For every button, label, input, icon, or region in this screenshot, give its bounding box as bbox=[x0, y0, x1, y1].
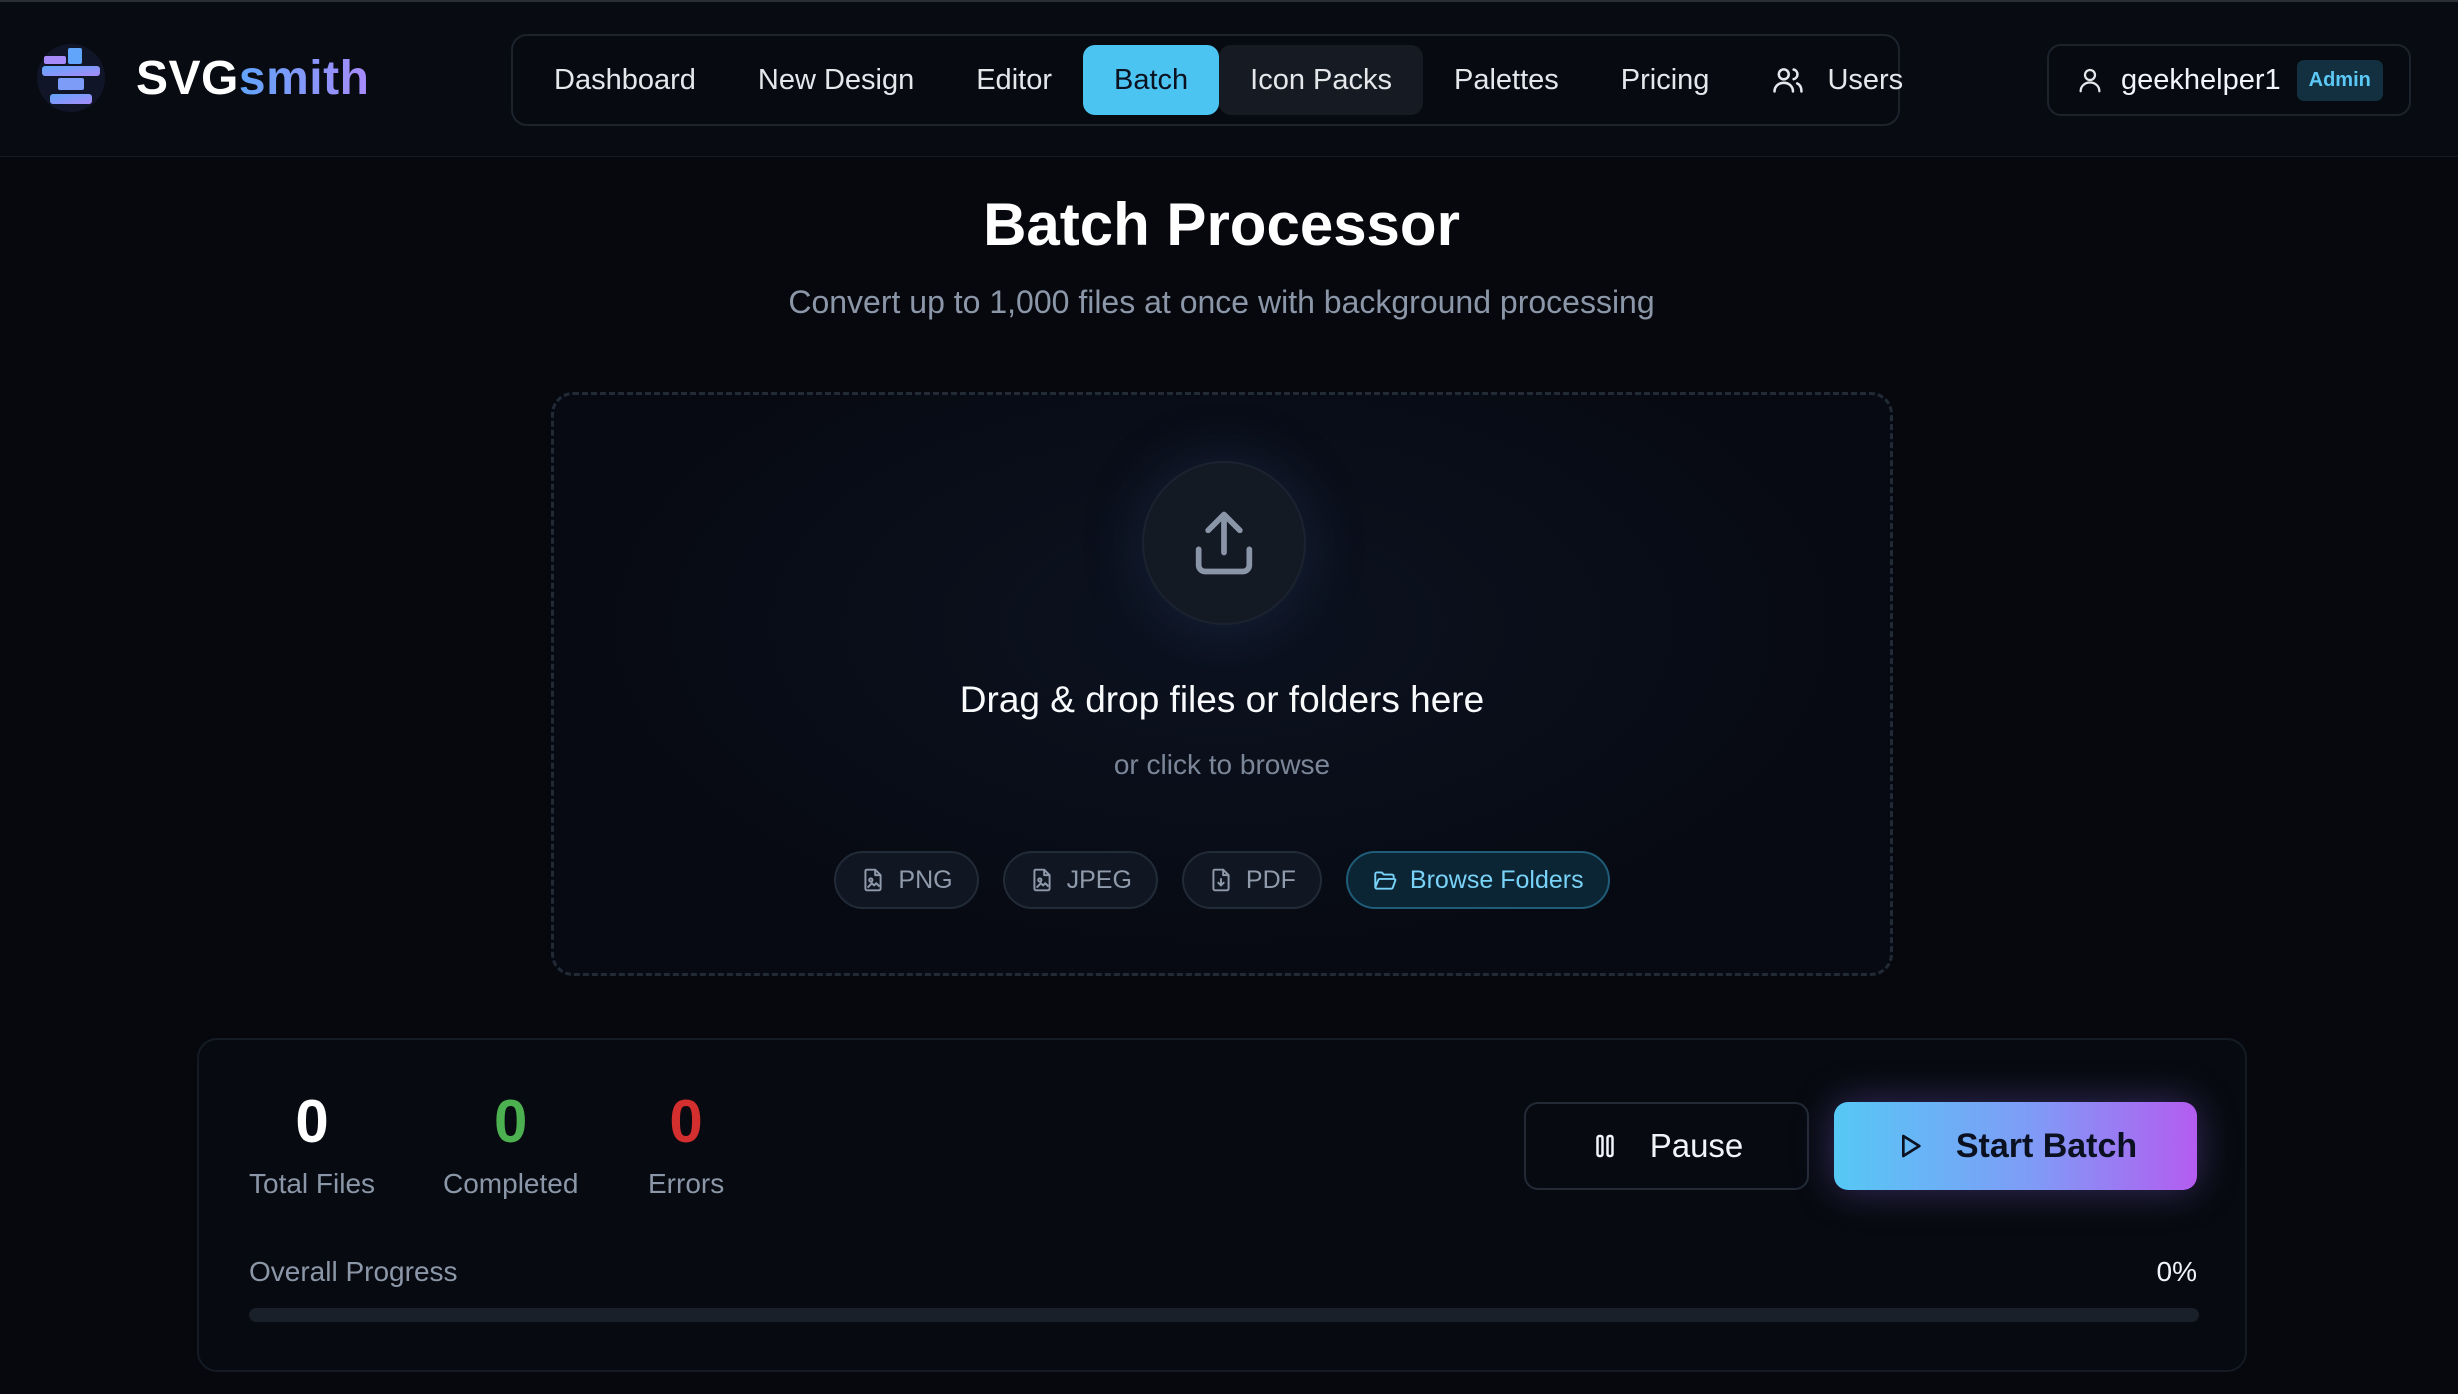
progress-percent: 0% bbox=[2156, 1256, 2197, 1287]
role-badge: Admin bbox=[2296, 59, 2383, 101]
user-icon bbox=[2079, 68, 2101, 93]
stat-errors-label: Errors bbox=[648, 1168, 725, 1199]
nav-icon-packs[interactable]: Icon Packs bbox=[1219, 45, 1423, 115]
dropzone-title: Drag & drop files or folders here bbox=[959, 679, 1485, 720]
dropzone-subtitle: or click to browse bbox=[1113, 749, 1331, 780]
browse-folders-label: Browse Folders bbox=[1409, 865, 1584, 894]
nav-users[interactable]: Users bbox=[1740, 45, 1934, 115]
file-image-icon bbox=[864, 868, 882, 892]
brand-logo[interactable]: SVGsmith bbox=[36, 42, 369, 114]
format-label: PDF bbox=[1245, 865, 1296, 894]
anvil-icon bbox=[37, 44, 105, 112]
username: geekhelper1 bbox=[2121, 63, 2281, 96]
stat-completed: 0 Completed bbox=[443, 1092, 578, 1200]
file-dropzone[interactable]: Drag & drop files or folders here or cli… bbox=[551, 392, 1893, 976]
stat-completed-label: Completed bbox=[443, 1168, 579, 1199]
file-text-icon bbox=[1212, 868, 1230, 892]
user-menu[interactable]: geekhelper1 Admin bbox=[2047, 44, 2411, 116]
page-title: Batch Processor bbox=[983, 191, 1460, 258]
upload-button[interactable] bbox=[1142, 461, 1306, 625]
nav-palettes[interactable]: Palettes bbox=[1423, 45, 1590, 115]
brand-name: SVGsmith bbox=[136, 51, 369, 106]
brand-name-part2: smith bbox=[238, 51, 370, 105]
stat-errors-value: 0 bbox=[669, 1088, 703, 1155]
format-chip-jpeg: JPEG bbox=[1002, 851, 1158, 909]
format-chip-pdf: PDF bbox=[1181, 851, 1322, 909]
pause-icon bbox=[1595, 1134, 1614, 1158]
stat-errors: 0 Errors bbox=[648, 1092, 724, 1200]
nav-batch[interactable]: Batch bbox=[1082, 45, 1220, 115]
format-label: PNG bbox=[898, 865, 953, 894]
format-label: JPEG bbox=[1066, 865, 1132, 894]
nav-users-label: Users bbox=[1827, 63, 1904, 96]
play-icon bbox=[1901, 1134, 1921, 1158]
nav-new-design[interactable]: New Design bbox=[727, 45, 945, 115]
stat-completed-value: 0 bbox=[494, 1088, 528, 1155]
start-batch-button[interactable]: Start Batch bbox=[1834, 1102, 2197, 1190]
format-chips: PNG JPEG PDF Browse Folders bbox=[554, 851, 1890, 909]
progress-bar bbox=[249, 1308, 2199, 1322]
batch-status-panel: 0 Total Files 0 Completed 0 Errors Pause… bbox=[197, 1038, 2247, 1372]
stat-total-value: 0 bbox=[295, 1088, 329, 1155]
users-icon bbox=[1773, 68, 1804, 93]
file-image-icon bbox=[1033, 868, 1051, 892]
format-chip-png: PNG bbox=[834, 851, 979, 909]
nav-editor[interactable]: Editor bbox=[945, 45, 1083, 115]
start-batch-label: Start Batch bbox=[1955, 1126, 2138, 1165]
top-navigation-bar: SVGsmith Dashboard New Design Editor Bat… bbox=[0, 0, 2458, 157]
stat-total-files: 0 Total Files bbox=[249, 1092, 375, 1200]
nav-dashboard[interactable]: Dashboard bbox=[523, 45, 727, 115]
page-subtitle: Convert up to 1,000 files at once with b… bbox=[788, 284, 1655, 320]
upload-icon bbox=[1195, 511, 1253, 575]
folder-open-icon bbox=[1374, 871, 1397, 890]
stat-total-label: Total Files bbox=[249, 1168, 376, 1199]
pause-button[interactable]: Pause bbox=[1524, 1102, 1809, 1190]
browse-folders-button[interactable]: Browse Folders bbox=[1345, 851, 1610, 909]
pause-label: Pause bbox=[1649, 1127, 1744, 1164]
progress-label: Overall Progress bbox=[249, 1256, 458, 1287]
nav-pricing[interactable]: Pricing bbox=[1590, 45, 1741, 115]
main-nav: Dashboard New Design Editor Batch Icon P… bbox=[511, 34, 1903, 126]
brand-name-part1: SVG bbox=[136, 51, 239, 105]
